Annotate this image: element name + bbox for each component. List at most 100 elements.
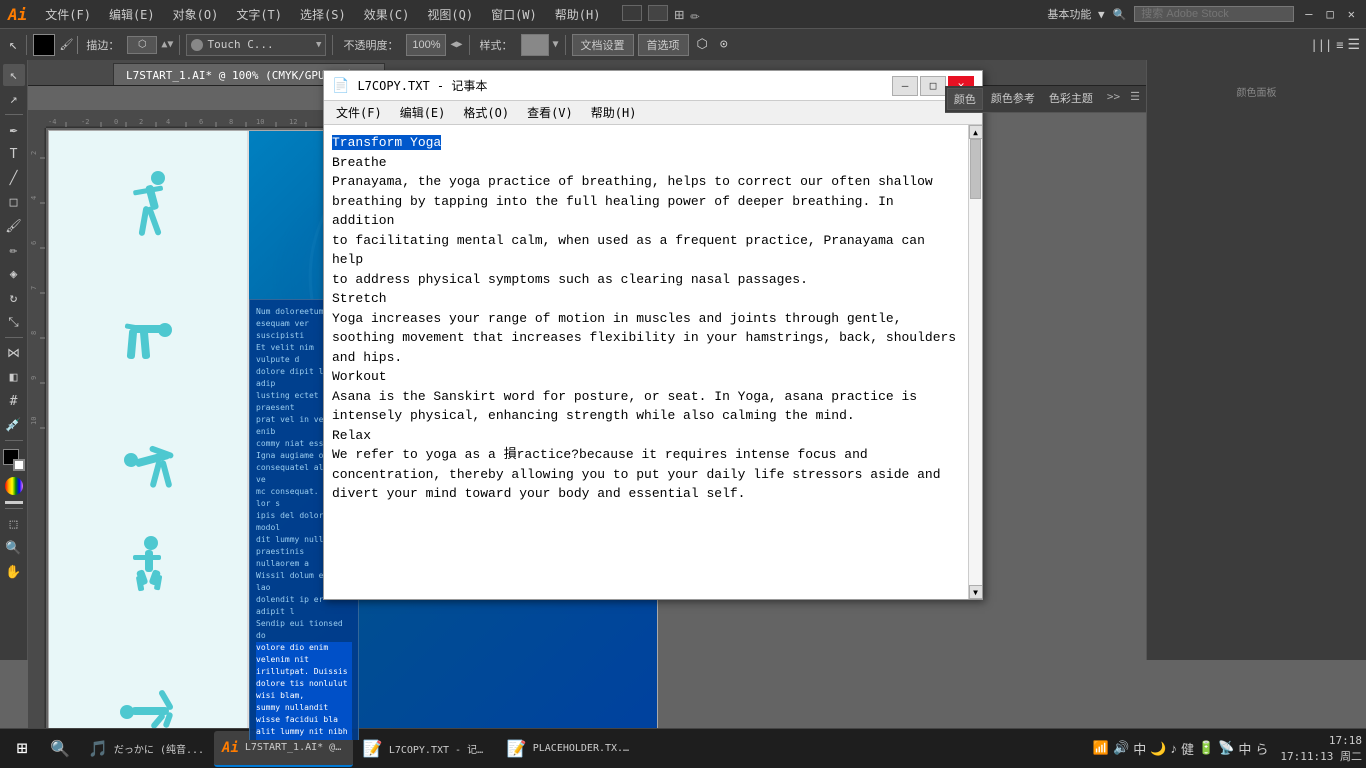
color-ref-panel-tab[interactable]: 颜色参考 [985,88,1041,110]
layout-icon[interactable]: ⊞ [674,5,684,24]
artboard-left-panel [49,131,249,740]
pencil-tool-btn[interactable]: ✏ [3,239,25,261]
taskbar-ai-icon: Ai [222,740,239,756]
color-theme-panel-tab[interactable]: 色彩主题 [1043,88,1099,110]
paintbrush-tool-btn[interactable]: 🖌 [3,215,25,237]
preferences-button[interactable]: 首选项 [638,34,689,56]
ime-mode[interactable]: ら [1255,739,1268,758]
menu-select[interactable]: 选择(S) [292,4,354,25]
menu-view[interactable]: 视图(Q) [419,4,481,25]
taskbar-clock[interactable]: 17:18 17:11:13 周二 [1280,733,1362,764]
svg-text:8: 8 [30,331,38,335]
eyedropper-tool-btn[interactable]: 💉 [3,414,25,436]
notepad-menu-file[interactable]: 文件(F) [328,102,390,123]
start-icon: ⊞ [17,738,28,759]
fill-color[interactable] [33,34,55,56]
network-icon[interactable]: 📶 [1093,741,1109,756]
doc-settings-button[interactable]: 文档设置 [572,34,634,56]
style-dropdown-icon[interactable]: ▼ [553,39,559,50]
zoom-tool-btn[interactable]: 🔍 [3,537,25,559]
menu-object[interactable]: 对象(O) [165,4,227,25]
arrange-icon[interactable]: ≡ [1336,38,1343,52]
date-display: 17:11:13 周二 [1280,749,1362,764]
moon-icon[interactable]: 🌙 [1150,741,1166,757]
input-method[interactable]: 中 [1238,739,1251,758]
touch-dropdown[interactable]: Touch C... ▼ [186,34,326,56]
panel-toggle-icon[interactable]: ||| [1311,38,1333,52]
top-menubar: Ai 文件(F) 编辑(E) 对象(O) 文字(T) 选择(S) 效果(C) 视… [0,0,1366,28]
stroke-dropdown-icon[interactable]: ▲▼ [161,39,173,50]
search-icon: 🔍 [1113,8,1127,21]
notepad-scrollbar[interactable]: ▲ ▼ [968,125,982,599]
scrollbar-thumb[interactable] [970,139,981,199]
stamp-icon[interactable]: ⬡ [693,37,712,52]
fill-stroke-swatches[interactable] [3,449,25,471]
menu-help[interactable]: 帮助(H) [547,4,609,25]
none-icon[interactable] [5,501,23,504]
scrollbar-down-btn[interactable]: ▼ [969,585,983,599]
eraser-tool-btn[interactable]: ◈ [3,263,25,285]
music-note-icon[interactable]: ♪ [1170,741,1177,756]
scale-tool-btn[interactable]: ⤡ [3,311,25,333]
blend-tool-btn[interactable]: ⋈ [3,342,25,364]
direct-select-tool-btn[interactable]: ↗ [3,88,25,110]
menu-window[interactable]: 窗口(W) [483,4,545,25]
notepad-menu-view[interactable]: 查看(V) [519,102,581,123]
rect-tool-btn[interactable]: □ [3,191,25,213]
panel-expand-icon[interactable]: >> [1103,88,1124,110]
battery-icon[interactable]: 🔋 [1198,741,1214,756]
notepad-menu-format[interactable]: 格式(O) [455,102,517,123]
start-button[interactable]: ⊞ [4,731,40,767]
scrollbar-track[interactable] [969,139,982,585]
scrollbar-up-btn[interactable]: ▲ [969,125,983,139]
svg-text:6: 6 [30,241,38,245]
svg-text:12: 12 [289,118,297,126]
menu-effect[interactable]: 效果(C) [356,4,418,25]
panel-menu-icon[interactable]: ☰ [1126,88,1144,110]
ruler-corner [28,110,46,128]
minimize-icon[interactable]: — [1302,7,1315,21]
brush-icon[interactable]: 🖌 [59,38,73,51]
gradient-tool-btn[interactable]: ◧ [3,366,25,388]
color-panel-tab[interactable]: 颜色 [947,88,983,110]
notepad-minimize-btn[interactable]: — [892,76,918,96]
style-preview[interactable] [521,34,549,56]
mesh-tool-btn[interactable]: # [3,390,25,412]
taskbar-music-btn[interactable]: 🎵 だっかに (纯音... [80,731,212,767]
opacity-arrows[interactable]: ◀▶ [450,39,462,50]
menu-text[interactable]: 文字(T) [228,4,290,25]
ime-text[interactable]: 中 [1133,739,1146,758]
artboard-tool-btn[interactable]: ⬚ [3,513,25,535]
color-mode-icon[interactable] [5,477,23,495]
taskbar-placeholder-btn[interactable]: 📝 PLACEHOLDER.TX... [499,731,641,767]
options-icon[interactable]: ⊙ [716,37,732,52]
pen-tool-btn[interactable]: ✒ [3,119,25,141]
opacity-input[interactable] [406,34,446,56]
svg-text:4: 4 [30,196,38,200]
svg-text:7: 7 [30,286,38,290]
select-tool-btn[interactable]: ↖ [3,64,25,86]
opacity-label: 不透明度： [339,37,402,53]
notepad-menu-edit[interactable]: 编辑(E) [392,102,454,123]
panel-placeholder: 颜色面板 [1151,64,1362,119]
taskbar-notepad-btn[interactable]: 📝 L7COPY.TXT - 记... [355,731,497,767]
line-tool-btn[interactable]: ╱ [3,167,25,189]
selection-tool-icon[interactable]: ↖ [6,37,20,53]
pen-tool-icon[interactable]: ✏ [690,5,700,24]
menu-edit[interactable]: 编辑(E) [101,4,163,25]
type-tool-btn[interactable]: T [3,143,25,165]
taskbar-search-btn[interactable]: 🔍 [42,731,78,767]
close-icon[interactable]: ✕ [1345,7,1358,21]
menu-file[interactable]: 文件(F) [37,4,99,25]
notepad-menu-help[interactable]: 帮助(H) [583,102,645,123]
stock-search-input[interactable] [1134,6,1294,22]
health-icon[interactable]: 健 [1181,739,1194,758]
svg-text:2: 2 [30,151,38,155]
hand-tool-btn[interactable]: ✋ [3,561,25,583]
notepad-maximize-btn[interactable]: □ [920,76,946,96]
rotate-tool-btn[interactable]: ↻ [3,287,25,309]
volume-icon[interactable]: 🔊 [1113,741,1129,756]
maximize-icon[interactable]: □ [1324,7,1337,21]
menu-overflow-icon[interactable]: ☰ [1347,37,1360,53]
network-strength-icon[interactable]: 📡 [1218,741,1234,756]
